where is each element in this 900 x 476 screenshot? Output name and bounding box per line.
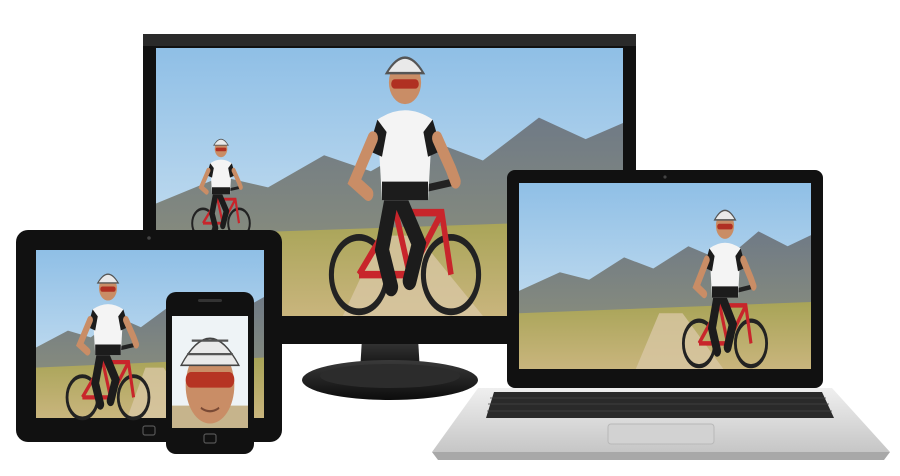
laptop-keyboard [486, 392, 834, 418]
tablet-camera [147, 236, 151, 240]
sunglasses-icon [185, 372, 235, 388]
laptop-touchpad [607, 423, 715, 445]
smartphone [166, 292, 254, 454]
device-illustration [16, 34, 890, 460]
phone-speaker [198, 299, 222, 302]
multi-device-scene [0, 0, 900, 476]
laptop-camera [663, 175, 667, 179]
phone-screen [172, 316, 248, 428]
